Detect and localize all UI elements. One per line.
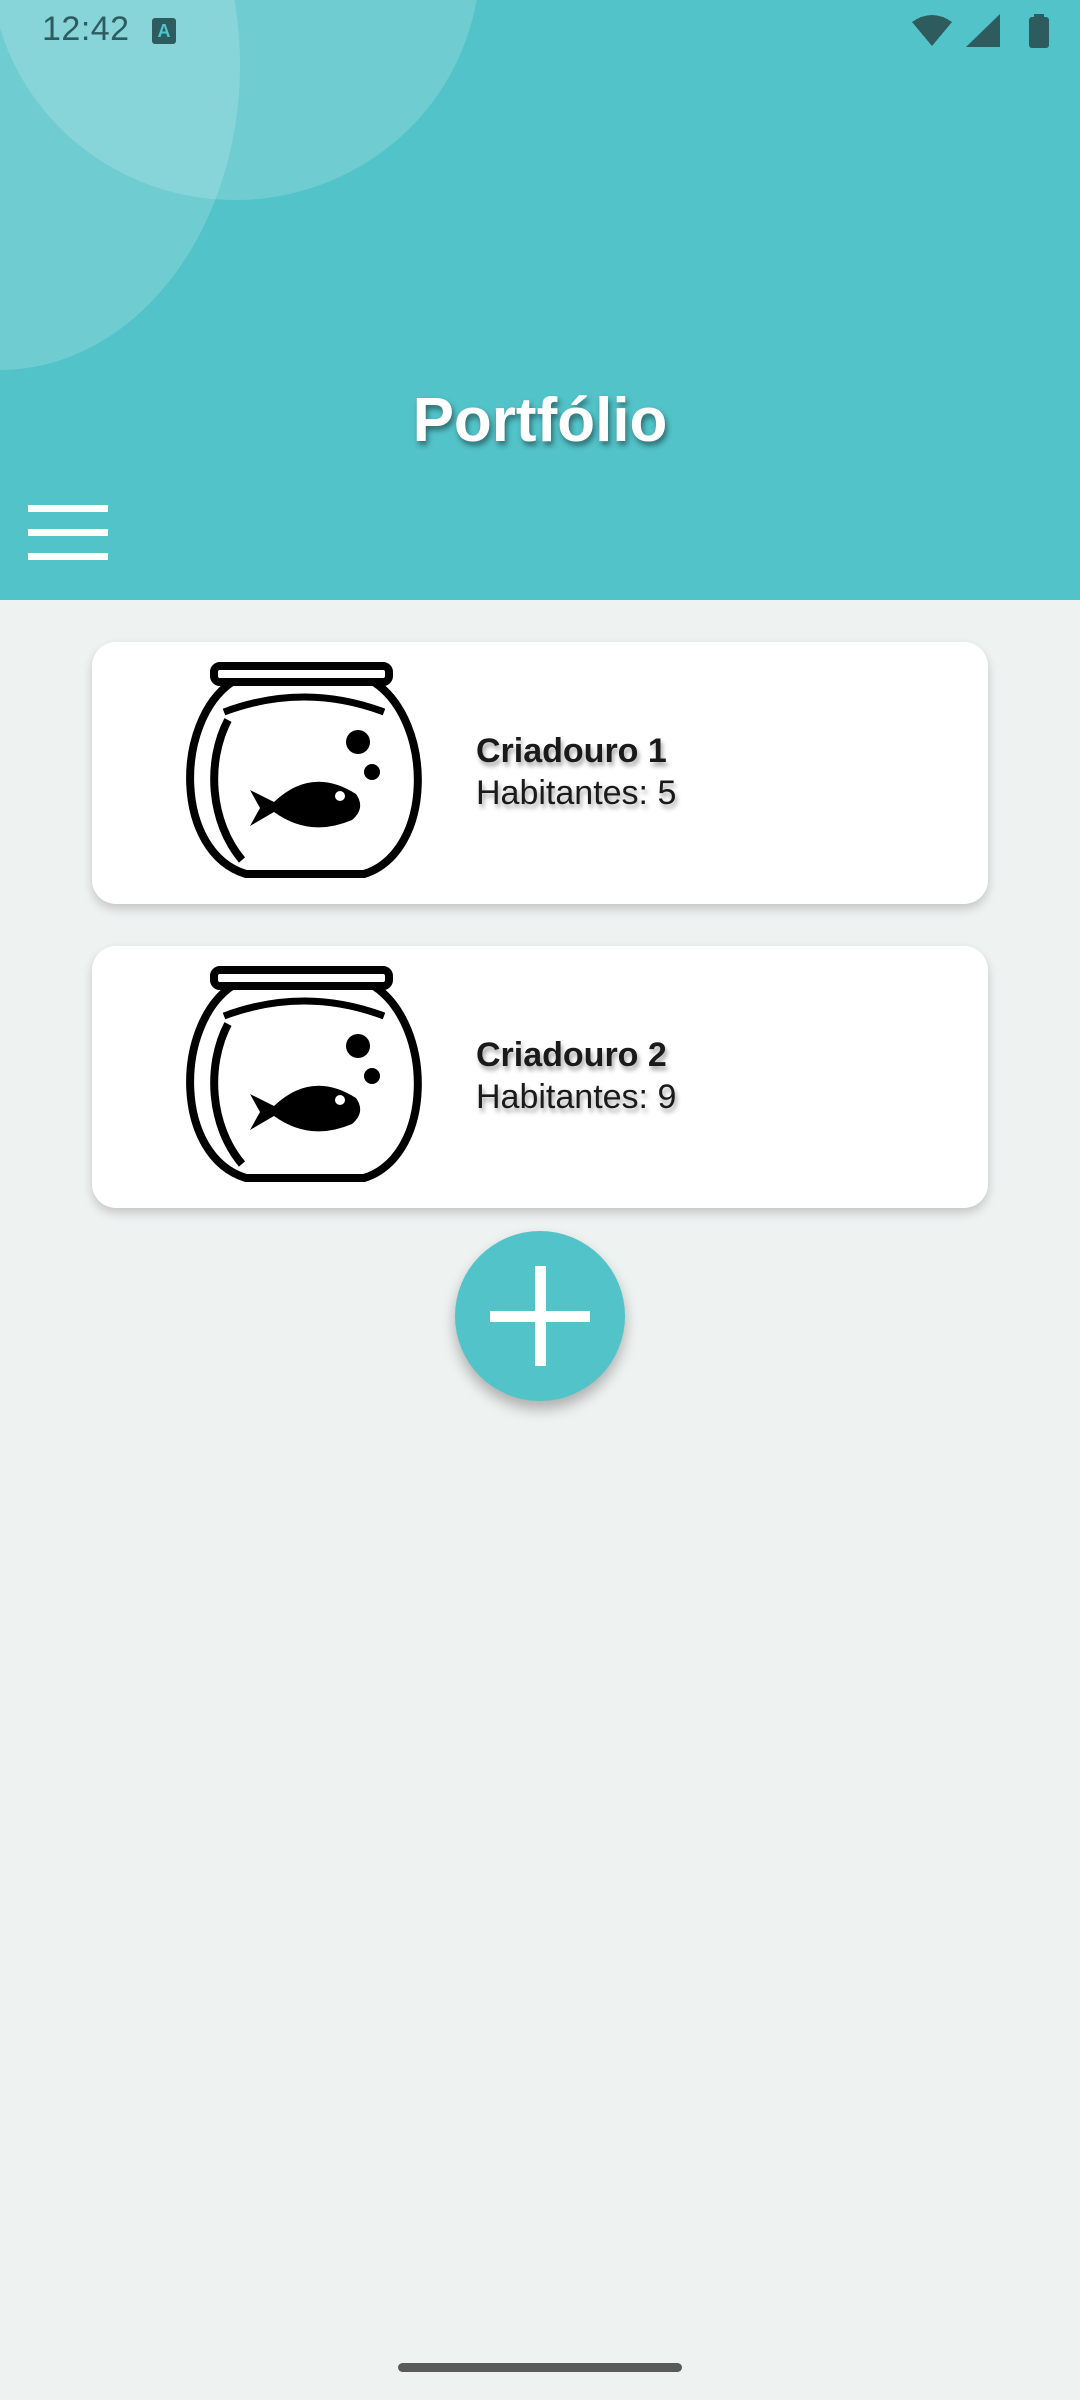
hamburger-menu-icon[interactable] [28,505,108,561]
tank-card-1[interactable]: Criadouro 1 Habitantes: 5 [92,642,988,904]
tank-info: Criadouro 1 Habitantes: 5 [476,730,676,814]
tank-info: Criadouro 2 Habitantes: 9 [476,1034,676,1118]
battery-icon [1029,14,1049,48]
tank-inhabitants: Habitantes: 5 [476,774,677,812]
tank-name: Criadouro 2 [476,1036,667,1074]
tank-name: Criadouro 1 [476,732,667,770]
wifi-icon [912,15,952,46]
tank-card-2[interactable]: Criadouro 2 Habitantes: 9 [92,946,988,1208]
tank-inhabitants: Habitantes: 9 [476,1078,677,1116]
add-tank-button[interactable] [455,1231,625,1401]
header: 12:42 A Portfólio [0,0,1080,600]
home-indicator[interactable] [398,2363,682,2372]
fishbowl-icon [186,662,422,878]
page-title: Portfólio [412,386,668,455]
status-bar: 12:42 A [0,0,1080,62]
status-time: 12:42 [42,10,130,48]
signal-icon [966,14,1000,47]
fishbowl-icon [186,966,422,1182]
a-icon: A [152,18,176,44]
